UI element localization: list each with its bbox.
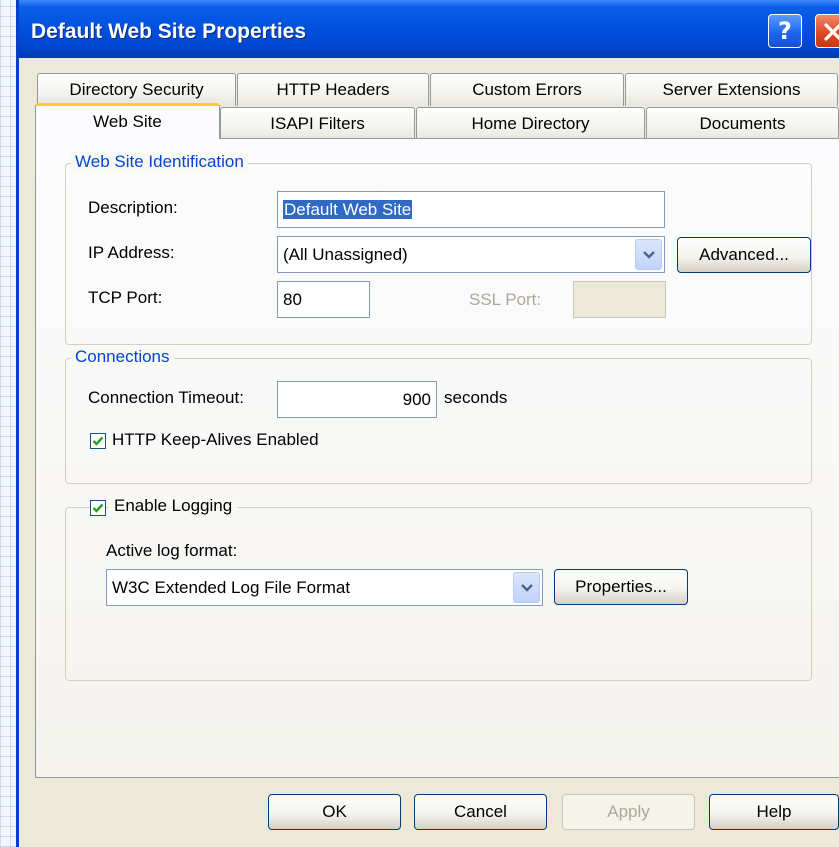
help-button[interactable]: Help [709, 794, 839, 830]
tab-directory-security[interactable]: Directory Security [37, 73, 236, 106]
keepalive-label: HTTP Keep-Alives Enabled [112, 430, 319, 449]
log-format-select[interactable]: W3C Extended Log File Format [106, 569, 543, 606]
keepalive-checkbox[interactable] [90, 433, 106, 449]
tcp-port-field[interactable]: 80 [277, 281, 370, 318]
properties-dialog: Default Web Site Properties ? Directory … [16, 0, 839, 847]
tab-http-headers[interactable]: HTTP Headers [237, 73, 429, 106]
description-value: Default Web Site [283, 200, 413, 219]
checkmark-icon [92, 503, 104, 513]
window-title: Default Web Site Properties [31, 20, 307, 43]
help-icon: ? [778, 17, 792, 45]
checkmark-icon [92, 436, 104, 446]
connection-timeout-field[interactable]: 900 [277, 381, 437, 418]
chevron-down-icon [643, 251, 655, 259]
seconds-label: seconds [444, 388, 508, 407]
ip-address-value: (All Unassigned) [283, 245, 408, 264]
cancel-button[interactable]: Cancel [414, 794, 547, 830]
tab-server-extensions[interactable]: Server Extensions [625, 73, 838, 106]
enable-logging-label: Enable Logging [108, 496, 239, 516]
close-icon [824, 23, 839, 41]
ip-address-label: IP Address: [88, 243, 175, 262]
legend-web-site-identification: Web Site Identification [71, 152, 248, 172]
connection-timeout-label: Connection Timeout: [88, 388, 244, 407]
apply-button: Apply [562, 794, 695, 830]
ip-address-select[interactable]: (All Unassigned) [277, 236, 665, 273]
description-field[interactable]: Default Web Site [277, 191, 665, 228]
legend-connections: Connections [71, 347, 174, 367]
tab-documents[interactable]: Documents [646, 107, 839, 140]
tcp-port-label: TCP Port: [88, 288, 163, 307]
log-format-value: W3C Extended Log File Format [112, 578, 351, 597]
tab-home-directory[interactable]: Home Directory [416, 107, 645, 140]
enable-logging-checkbox[interactable] [90, 500, 106, 516]
ip-address-dropdown-button[interactable] [635, 239, 662, 270]
tab-web-site[interactable]: Web Site [35, 103, 220, 139]
tab-isapi-filters[interactable]: ISAPI Filters [220, 107, 415, 140]
ok-button[interactable]: OK [268, 794, 401, 830]
help-title-button[interactable]: ? [768, 14, 802, 48]
tab-panel-web-site: Web Site Identification Description: Def… [35, 138, 839, 778]
ssl-port-field [573, 281, 666, 318]
tab-custom-errors[interactable]: Custom Errors [430, 73, 624, 106]
close-button[interactable] [815, 14, 839, 48]
group-connections: Connections [65, 347, 812, 484]
title-bar[interactable]: Default Web Site Properties ? [19, 0, 839, 58]
advanced-button[interactable]: Advanced... [677, 237, 811, 273]
chevron-down-icon [521, 584, 533, 592]
active-log-format-label: Active log format: [106, 541, 238, 560]
ssl-port-label: SSL Port: [469, 290, 542, 309]
log-format-dropdown-button[interactable] [513, 572, 540, 603]
description-label: Description: [88, 198, 178, 217]
log-properties-button[interactable]: Properties... [554, 569, 688, 605]
